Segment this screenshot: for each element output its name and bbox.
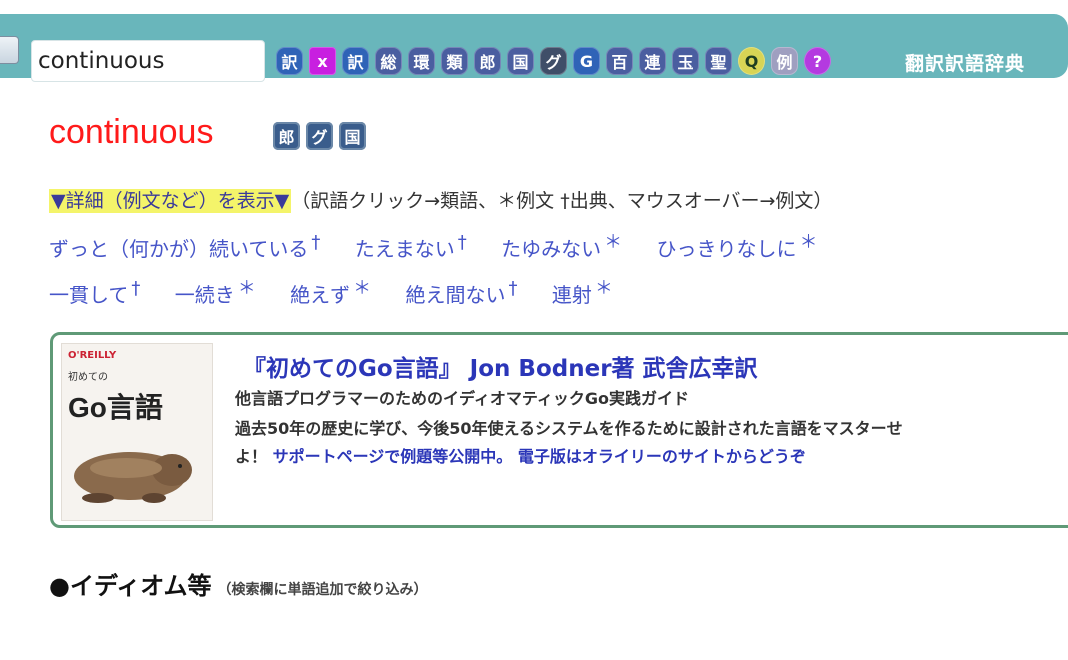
- example-mark: ＊: [353, 278, 372, 299]
- book-ad-description-2: よ！ サポートページで例題等公開中。 電子版はオライリーのサイトからどうぞ: [235, 443, 806, 467]
- dict-button-G[interactable]: G: [573, 47, 600, 75]
- headword-badges: 郎 グ 国: [273, 122, 372, 150]
- dict-button-環[interactable]: 環: [408, 47, 435, 75]
- support-page-link[interactable]: サポートページで例題等公開中。: [273, 447, 513, 466]
- dict-button-訳2[interactable]: 訳: [342, 47, 369, 75]
- dict-button-総[interactable]: 総: [375, 47, 402, 75]
- dict-button-Q[interactable]: Q: [738, 47, 765, 75]
- dict-button-郎[interactable]: 郎: [474, 47, 501, 75]
- example-mark: ＊: [594, 278, 613, 299]
- dict-button-連[interactable]: 連: [639, 47, 666, 75]
- dict-button-例[interactable]: 例: [771, 47, 798, 75]
- gopher-animal-illustration: [74, 452, 192, 503]
- section-note: （検索欄に単語追加で絞り込み）: [217, 582, 428, 598]
- dict-button-玉[interactable]: 玉: [672, 47, 699, 75]
- translation-link[interactable]: 絶え間ない †: [405, 278, 517, 307]
- idiom-section-heading: ●イディオム等 （検索欄に単語追加で絞り込み）: [49, 566, 428, 601]
- book-ad-text: よ！: [235, 447, 268, 466]
- source-mark: †: [131, 278, 141, 299]
- ebook-link[interactable]: 電子版はオライリーのサイトからどうぞ: [518, 447, 806, 466]
- example-mark: ＊: [237, 278, 256, 299]
- dict-button-訳[interactable]: 訳: [276, 47, 303, 75]
- translation-link[interactable]: 一続き＊: [175, 278, 256, 307]
- search-input[interactable]: [31, 40, 265, 82]
- detail-hint: （訳語クリック→類語、＊例文 †出典、マウスオーバー→例文）: [291, 190, 833, 212]
- translation-link[interactable]: 連射＊: [552, 278, 613, 307]
- headword-badge-国[interactable]: 国: [339, 122, 366, 150]
- translation-row-2: 一貫して † 一続き＊ 絶えず＊ 絶え間ない † 連射＊: [49, 274, 641, 308]
- dictionary-button-row: 訳 x 訳 総 環 類 郎 国 グ G 百 連 玉 聖 Q 例 ?: [276, 46, 837, 76]
- example-mark: ＊: [604, 232, 623, 253]
- example-mark: ＊: [799, 232, 818, 253]
- book-ad-box: O'REILLY 初めての Go言語 『初めてのGo言語』 Jon Bodner…: [50, 332, 1068, 528]
- detail-row: ▼詳細（例文など）を表示▼ （訳語クリック→類語、＊例文 †出典、マウスオーバー→…: [49, 186, 832, 213]
- show-details-toggle[interactable]: ▼詳細（例文など）を表示▼: [49, 189, 292, 213]
- dict-button-国[interactable]: 国: [507, 47, 534, 75]
- book-ad-tagline: 他言語プログラマーのためのイディオマティックGo実践ガイド: [235, 389, 690, 408]
- translation-link[interactable]: ひっきりなしに＊: [656, 232, 817, 261]
- headword: continuous: [49, 113, 214, 151]
- top-toolbar: 訳 x 訳 総 環 類 郎 国 グ G 百 連 玉 聖 Q 例 ? 翻訳訳語辞典: [0, 14, 1068, 82]
- cover-subtitle: 初めての: [68, 372, 108, 383]
- dict-button-百[interactable]: 百: [606, 47, 633, 75]
- translation-link[interactable]: ずっと（何かが）続いている †: [49, 232, 320, 261]
- book-cover-image[interactable]: O'REILLY 初めての Go言語: [61, 343, 213, 521]
- site-title-link[interactable]: 翻訳訳語辞典: [905, 49, 1025, 76]
- dict-button-聖[interactable]: 聖: [705, 47, 732, 75]
- headword-badge-郎[interactable]: 郎: [273, 122, 300, 150]
- cover-title: Go言語: [68, 392, 163, 423]
- dict-button-x[interactable]: x: [309, 47, 336, 75]
- headword-badge-グ[interactable]: グ: [306, 122, 333, 150]
- dict-button-グ[interactable]: グ: [540, 47, 567, 75]
- book-ad-description: 過去50年の歴史に学び、今後50年使えるシステムを作るために設計された言語をマス…: [235, 419, 903, 438]
- translation-link[interactable]: 一貫して †: [49, 278, 140, 307]
- help-button[interactable]: ?: [804, 47, 831, 75]
- translation-link[interactable]: たゆみない＊: [501, 232, 622, 261]
- translation-row-1: ずっと（何かが）続いている † たえまない † たゆみない＊ ひっきりなしに＊: [49, 228, 845, 262]
- dict-button-類[interactable]: 類: [441, 47, 468, 75]
- source-mark: †: [311, 232, 321, 253]
- source-mark: †: [508, 278, 518, 299]
- cover-publisher-logo: O'REILLY: [68, 350, 117, 361]
- book-ad-title-link[interactable]: 『初めてのGo言語』 Jon Bodner著 武舎広幸訳: [243, 349, 758, 383]
- source-mark: †: [457, 232, 467, 253]
- dictionary-book-icon[interactable]: [0, 36, 19, 64]
- translation-link[interactable]: たえまない †: [355, 232, 467, 261]
- section-title: ●イディオム等: [49, 572, 212, 600]
- translation-link[interactable]: 絶えず＊: [290, 278, 371, 307]
